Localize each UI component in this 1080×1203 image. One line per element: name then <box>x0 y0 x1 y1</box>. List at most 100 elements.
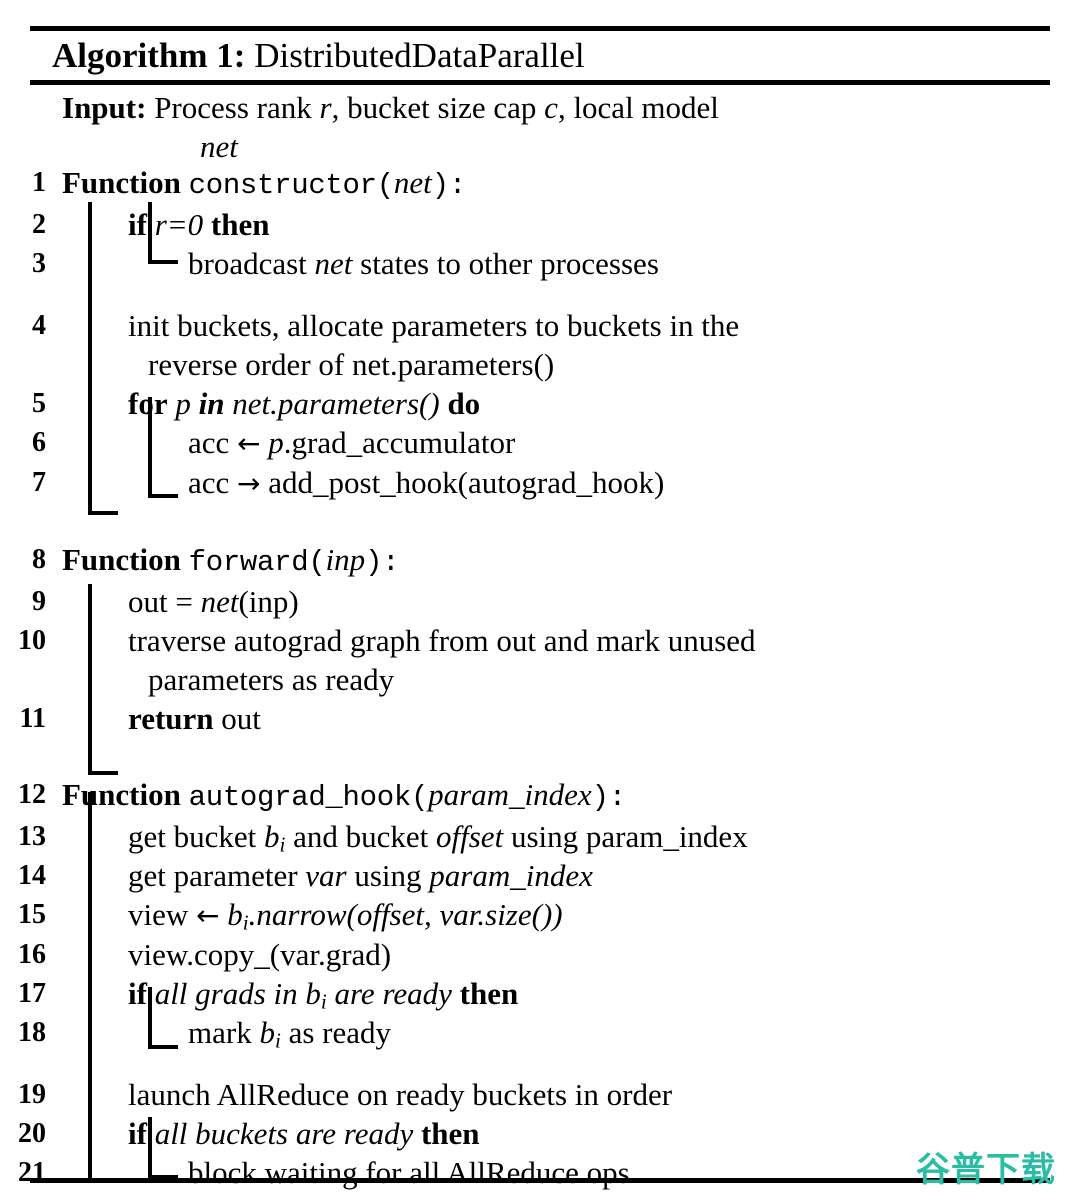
code-line: 6 acc ← p.grad_accumulator <box>0 423 1080 463</box>
line-content: broadcast net states to other processes <box>62 244 1080 283</box>
algorithm-title-name: DistributedDataParallel <box>254 36 585 75</box>
keyword-return: return <box>128 701 214 736</box>
var-bucket-b: b <box>259 1015 275 1050</box>
line-content: return out <box>62 699 1080 738</box>
line-content: if r=0 then <box>62 205 1080 244</box>
line-number: 10 <box>18 625 46 656</box>
text-a: get bucket <box>128 819 265 854</box>
line-content: get parameter var using param_index <box>62 856 1080 895</box>
code-line: 10 traverse autograd graph from out and … <box>0 621 1080 699</box>
text-b: as ready <box>280 1015 391 1050</box>
paren-close: ): <box>431 169 467 202</box>
line-content: if all grads in bi are ready then <box>62 974 1080 1013</box>
line-number: 17 <box>18 978 46 1009</box>
return-value: out <box>221 701 261 736</box>
paren-open: ( <box>376 169 394 202</box>
line-number: 6 <box>32 427 46 458</box>
algorithm-figure: Algorithm 1: DistributedDataParallel Inp… <box>0 0 1080 1203</box>
var-var: var <box>305 858 347 893</box>
iterable-net-parameters: net.parameters() <box>232 386 440 421</box>
block-gap <box>0 738 1080 775</box>
algorithm-body: 1 Function constructor(net): 2 if r=0 th… <box>0 163 1080 1192</box>
var-bucket-b: b <box>227 897 243 932</box>
var-p: p <box>268 425 284 460</box>
text-b: .grad_accumulator <box>283 425 516 460</box>
keyword-if: if <box>128 976 147 1011</box>
line-number: 15 <box>18 899 46 930</box>
fn-forward: forward <box>188 546 309 579</box>
input-block: Input: Process rank r, bucket size cap c… <box>62 88 1022 166</box>
line-number: 19 <box>18 1079 46 1110</box>
input-var-r: r <box>319 90 332 125</box>
keyword-function: Function <box>62 777 181 812</box>
text-a: mark <box>188 1015 260 1050</box>
line-content: view.copy_(var.grad) <box>62 935 1080 974</box>
code-line: 8 Function forward(inp): <box>0 540 1080 582</box>
line-number: 12 <box>18 779 46 810</box>
text-b: states to other processes <box>352 246 659 281</box>
text-a: acc <box>188 425 238 460</box>
fn-autograd-hook: autograd_hook <box>188 781 412 814</box>
code-line: 3 broadcast net states to other processe… <box>0 244 1080 283</box>
text-a: traverse autograd graph from out and mar… <box>128 623 756 658</box>
assign-arrow-left-icon: ← <box>196 899 220 932</box>
title-underrule <box>30 80 1050 85</box>
code-line: 12 Function autograd_hook(param_index): <box>0 775 1080 817</box>
text-a: view.copy_(var.grad) <box>128 937 392 972</box>
text-a: block waiting for all AllReduce ops <box>188 1155 630 1190</box>
text-b: (inp) <box>238 584 299 619</box>
input-text-a: Process rank <box>154 90 320 125</box>
paren-close: ): <box>591 781 627 814</box>
var-net: net <box>314 246 353 281</box>
input-continuation-net: net <box>200 129 238 164</box>
line-content: traverse autograd graph from out and mar… <box>62 621 1080 699</box>
line-content: out = net(inp) <box>62 582 1080 621</box>
paren-close: ): <box>365 546 400 579</box>
var-param-index: param_index <box>429 858 593 893</box>
code-line: 11 return out <box>0 699 1080 738</box>
line-number: 21 <box>18 1157 46 1188</box>
input-text-c: , local model <box>557 90 719 125</box>
arg-net: net <box>393 165 432 200</box>
line-number: 4 <box>32 310 46 341</box>
line-content: Function constructor(net): <box>62 163 1080 205</box>
condition-buckets-ready: all buckets are ready <box>154 1116 414 1151</box>
keyword-if: if <box>128 1116 147 1151</box>
text-b: and bucket <box>285 819 437 854</box>
condition-rank-zero: r=0 <box>154 207 204 242</box>
block-gap <box>0 1052 1080 1075</box>
keyword-function: Function <box>62 542 181 577</box>
code-line: 16 view.copy_(var.grad) <box>0 935 1080 974</box>
text-a: init buckets, allocate parameters to buc… <box>128 308 740 343</box>
line-number: 3 <box>32 248 46 279</box>
keyword-then: then <box>420 1116 480 1151</box>
bottom-rule <box>30 1178 1050 1183</box>
keyword-do: do <box>447 386 481 421</box>
line-content: init buckets, allocate parameters to buc… <box>62 306 1080 384</box>
block-gap <box>0 283 1080 306</box>
args-offset-varsize: offset, var.size() <box>356 897 553 932</box>
line-content: mark bi as ready <box>62 1013 1080 1052</box>
line-number: 14 <box>18 860 46 891</box>
text-b: using <box>346 858 430 893</box>
line-content: Function autograd_hook(param_index): <box>62 775 1080 817</box>
algorithm-title: Algorithm 1: DistributedDataParallel <box>52 33 585 79</box>
var-bucket-b: b <box>305 976 321 1011</box>
line-content: acc → add_post_hook(autograd_hook) <box>62 463 1080 503</box>
code-line: 7 acc → add_post_hook(autograd_hook) <box>0 463 1080 503</box>
line-number: 1 <box>32 167 46 198</box>
block-gap <box>0 503 1080 540</box>
line-content: launch AllReduce on ready buckets in ord… <box>62 1075 1080 1114</box>
paren-open: ( <box>410 781 429 814</box>
algorithm-title-label: Algorithm 1: <box>52 36 246 75</box>
keyword-function: Function <box>62 165 181 200</box>
line-content: acc ← p.grad_accumulator <box>62 423 1080 463</box>
line-content: Function forward(inp): <box>62 540 1080 582</box>
line-content: view ← bi.narrow(offset, var.size()) <box>62 895 1080 935</box>
text-a: get parameter <box>128 858 306 893</box>
paren-close: ) <box>552 897 563 932</box>
paren-open: ( <box>308 546 326 579</box>
line-content: for p in net.parameters() do <box>62 384 1080 423</box>
code-line: 5 for p in net.parameters() do <box>0 384 1080 423</box>
code-line: 17 if all grads in bi are ready then <box>0 974 1080 1013</box>
